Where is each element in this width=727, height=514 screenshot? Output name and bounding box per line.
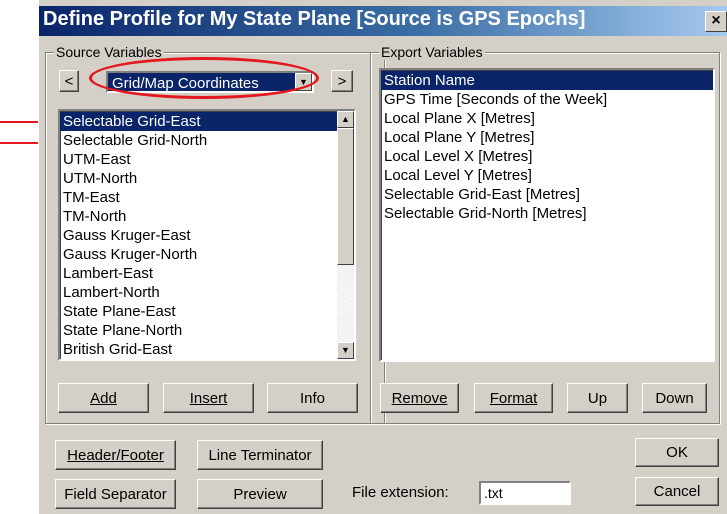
source-list-item[interactable]: British Grid-East [60, 340, 337, 359]
up-button[interactable]: Up [567, 383, 628, 413]
source-list-item[interactable]: UTM-East [60, 150, 337, 169]
source-list-item[interactable]: UTM-North [60, 169, 337, 188]
source-list-item[interactable]: Lambert-East [60, 264, 337, 283]
add-button[interactable]: Add [58, 383, 149, 413]
remove-button[interactable]: Remove [380, 383, 459, 413]
close-icon[interactable]: × [705, 11, 727, 32]
source-list-item[interactable]: Selectable Grid-East [60, 112, 337, 131]
preview-button[interactable]: Preview [197, 479, 323, 509]
remove-button-label: Remove [391, 389, 448, 407]
source-list-scrollbar[interactable]: ▲ ▼ [337, 111, 354, 359]
source-list-item[interactable]: TM-North [60, 207, 337, 226]
source-variables-list[interactable]: Selectable Grid-East Selectable Grid-Nort… [58, 109, 356, 361]
format-button-label: Format [489, 389, 538, 407]
scroll-down-arrow-icon[interactable]: ▼ [337, 342, 354, 359]
insert-button-label: Insert [189, 389, 228, 407]
source-list-item[interactable]: Lambert-North [60, 283, 337, 302]
down-button-label: Down [655, 389, 694, 407]
window-title: Define Profile for My State Plane [Sourc… [43, 8, 586, 30]
export-list-item[interactable]: Local Level Y [Metres] [381, 166, 713, 185]
cancel-label: Cancel [653, 483, 701, 500]
export-list-item[interactable]: Local Plane X [Metres] [381, 109, 713, 128]
source-list-item[interactable]: TM-East [60, 188, 337, 207]
export-list-item[interactable]: Selectable Grid-North [Metres] [381, 204, 713, 223]
source-list-item[interactable]: State Plane-North [60, 321, 337, 340]
line-terminator-button[interactable]: Line Terminator [197, 440, 323, 470]
header-footer-label: Header/Footer [67, 446, 164, 464]
export-list-item[interactable]: Local Plane Y [Metres] [381, 128, 713, 147]
category-next-button[interactable]: > [331, 70, 353, 92]
add-button-label: Add [90, 389, 117, 407]
title-bar: Define Profile for My State Plane [Sourc… [39, 6, 727, 36]
scroll-thumb[interactable] [337, 128, 354, 265]
info-button-label: Info [299, 389, 326, 407]
export-variables-label: Export Variables [379, 44, 485, 60]
export-list-item[interactable]: Station Name [381, 71, 713, 90]
export-variables-group: Export Variables Station Name GPS Time [S… [370, 44, 720, 424]
cancel-button[interactable]: Cancel [635, 477, 719, 506]
up-button-label: Up [587, 389, 608, 407]
source-list-item[interactable]: State Plane-East [60, 302, 337, 321]
header-footer-button[interactable]: Header/Footer [55, 440, 176, 470]
ok-label: OK [666, 444, 688, 461]
source-list-item[interactable]: Gauss Kruger-East [60, 226, 337, 245]
export-variables-list[interactable]: Station Name GPS Time [Seconds of the Wee… [379, 68, 715, 362]
source-variables-label: Source Variables [54, 44, 164, 60]
down-button[interactable]: Down [642, 383, 707, 413]
field-separator-button[interactable]: Field Separator [55, 479, 176, 509]
info-button[interactable]: Info [267, 383, 358, 413]
preview-label: Preview [233, 485, 287, 503]
export-list-item[interactable]: Selectable Grid-East [Metres] [381, 185, 713, 204]
line-terminator-label: Line Terminator [208, 446, 312, 464]
insert-button[interactable]: Insert [163, 383, 254, 413]
scroll-up-arrow-icon[interactable]: ▲ [337, 111, 354, 128]
file-extension-label: File extension: [352, 484, 449, 501]
define-profile-dialog: Define Profile for My State Plane [Sourc… [38, 0, 727, 514]
file-extension-input[interactable]: .txt [479, 481, 571, 505]
export-list-item[interactable]: GPS Time [Seconds of the Week] [381, 90, 713, 109]
category-prev-button[interactable]: < [59, 70, 79, 92]
source-variables-group: Source Variables < Grid/Map Coordinates … [45, 44, 385, 424]
export-list-item[interactable]: Local Level X [Metres] [381, 147, 713, 166]
annotation-oval [89, 57, 319, 99]
format-button[interactable]: Format [474, 383, 553, 413]
field-separator-label: Field Separator [64, 485, 167, 503]
ok-button[interactable]: OK [635, 438, 719, 467]
source-list-item[interactable]: Gauss Kruger-North [60, 245, 337, 264]
source-list-item[interactable]: Selectable Grid-North [60, 131, 337, 150]
